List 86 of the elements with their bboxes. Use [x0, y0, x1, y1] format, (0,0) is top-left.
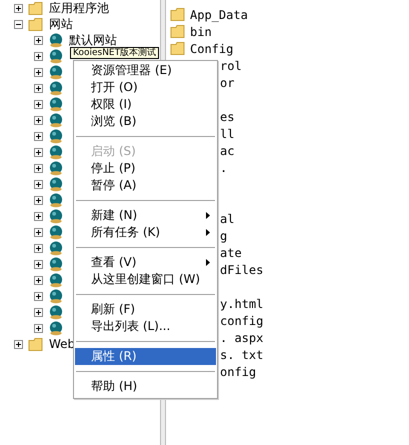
menu-item[interactable]: 刷新 (F): [75, 301, 216, 318]
expand-toggle[interactable]: [34, 180, 43, 188]
file-name[interactable]: .: [220, 160, 228, 174]
expand-toggle[interactable]: [14, 4, 23, 12]
globe-icon: [48, 32, 64, 48]
expand-toggle[interactable]: [34, 52, 43, 60]
globe-icon: [48, 96, 64, 112]
tree-item[interactable]: 默认网站: [68, 33, 118, 47]
folder-icon: [170, 24, 186, 39]
globe-icon: [48, 192, 64, 208]
menu-item[interactable]: 导出列表 (L)...: [75, 318, 216, 335]
expand-toggle[interactable]: [34, 260, 43, 268]
file-name[interactable]: or: [220, 76, 234, 90]
file-name[interactable]: rol: [220, 58, 242, 72]
expand-toggle[interactable]: [14, 20, 23, 28]
file-name[interactable]: bin: [190, 24, 212, 38]
tree-item[interactable]: 网站: [48, 17, 74, 31]
file-name[interactable]: ac: [220, 144, 234, 158]
file-name[interactable]: es: [220, 110, 234, 124]
expand-toggle[interactable]: [34, 116, 43, 124]
globe-icon: [48, 256, 64, 272]
submenu-arrow-icon: [206, 229, 210, 236]
globe-icon: [48, 64, 64, 80]
file-name[interactable]: g: [220, 228, 228, 242]
expand-toggle[interactable]: [34, 84, 43, 92]
menu-item[interactable]: 权限 (I): [75, 96, 216, 113]
tree-item[interactable]: 应用程序池: [48, 1, 110, 15]
expand-toggle[interactable]: [34, 212, 43, 220]
menu-item[interactable]: 资源管理器 (E): [75, 62, 216, 79]
expand-toggle[interactable]: [34, 36, 43, 44]
globe-icon: [48, 160, 64, 176]
submenu-arrow-icon: [206, 212, 210, 219]
globe-icon: [48, 144, 64, 160]
folder-icon: [28, 336, 44, 352]
file-name[interactable]: s. txt: [220, 348, 264, 362]
expand-toggle[interactable]: [34, 324, 43, 332]
folder-icon: [28, 16, 44, 32]
menu-item[interactable]: 所有任务 (K): [75, 224, 216, 241]
expand-toggle[interactable]: [34, 148, 43, 156]
file-name[interactable]: onfig: [220, 364, 256, 378]
globe-icon: [48, 48, 64, 64]
expand-toggle[interactable]: [34, 276, 43, 284]
globe-icon: [48, 224, 64, 240]
globe-icon: [48, 240, 64, 256]
menu-item[interactable]: 浏览 (B): [75, 113, 216, 130]
expand-toggle[interactable]: [34, 164, 43, 172]
file-name[interactable]: y.html: [220, 296, 264, 310]
globe-icon: [48, 176, 64, 192]
expand-toggle[interactable]: [34, 196, 43, 204]
menu-item[interactable]: 帮助 (H): [75, 378, 216, 395]
globe-icon: [48, 304, 64, 320]
folder-icon: [170, 41, 186, 56]
globe-icon: [48, 288, 64, 304]
file-name[interactable]: . aspx: [220, 330, 264, 344]
file-name[interactable]: al: [220, 212, 234, 226]
globe-icon: [48, 80, 64, 96]
expand-toggle[interactable]: [34, 68, 43, 76]
globe-icon: [48, 272, 64, 288]
submenu-arrow-icon: [206, 259, 210, 266]
menu-item[interactable]: 属性 (R): [75, 348, 216, 365]
folder-icon: [170, 7, 186, 22]
globe-icon: [48, 112, 64, 128]
expand-toggle[interactable]: [34, 308, 43, 316]
globe-icon: [48, 208, 64, 224]
menu-item[interactable]: 从这里创建窗口 (W): [75, 271, 216, 288]
file-name[interactable]: dFiles: [220, 262, 264, 276]
expand-toggle[interactable]: [34, 228, 43, 236]
expand-toggle[interactable]: [34, 292, 43, 300]
expand-toggle[interactable]: [34, 244, 43, 252]
menu-item[interactable]: 查看 (V): [75, 254, 216, 271]
globe-icon: [48, 128, 64, 144]
menu-item[interactable]: 暂停 (A): [75, 177, 216, 194]
menu-item[interactable]: 停止 (P): [75, 160, 216, 177]
globe-icon: [48, 320, 64, 336]
file-name[interactable]: ate: [220, 246, 242, 260]
file-name[interactable]: Config: [190, 42, 234, 56]
expand-toggle[interactable]: [34, 132, 43, 140]
expand-toggle[interactable]: [34, 100, 43, 108]
menu-item[interactable]: 新建 (N): [75, 207, 216, 224]
expand-toggle[interactable]: [14, 340, 23, 348]
file-name[interactable]: ll: [220, 126, 234, 140]
folder-icon: [28, 0, 44, 16]
file-name[interactable]: App_Data: [190, 8, 248, 22]
menu-item[interactable]: 打开 (O): [75, 79, 216, 96]
file-name[interactable]: config: [220, 314, 264, 328]
tooltip: KooiesNET版本测试: [70, 47, 160, 59]
